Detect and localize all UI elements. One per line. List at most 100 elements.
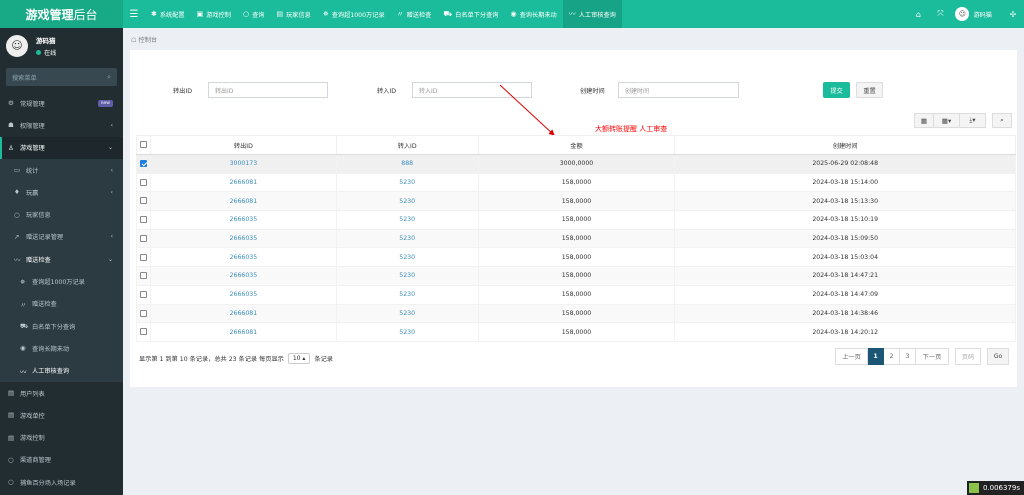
in-id-link[interactable]: 5230 <box>335 247 479 268</box>
sidebar-item-player-info[interactable]: ○ 玩家信息 <box>0 203 123 226</box>
table-row[interactable]: 2666035 5230 158,0000 2024-03-18 15:03:0… <box>136 247 1016 268</box>
out-id-link[interactable]: 2666035 <box>149 210 337 230</box>
sidebar-item-whitelist[interactable]: ⛟ 白名单下分查询 <box>0 314 123 338</box>
sidebar-item-fishing-records[interactable]: ○ 捕鱼百分场入场记录 <box>0 471 123 493</box>
top-nav-whitelist[interactable]: ⛟ 白名单下分查询 <box>437 0 504 28</box>
in-id-link[interactable]: 5230 <box>335 210 479 230</box>
table-row[interactable]: 2666081 5230 158,0000 2024-03-18 15:14:0… <box>136 172 1016 193</box>
sidebar-item-win[interactable]: ♦ 玩赢 ‹ <box>0 181 123 204</box>
out-id-link[interactable]: 3000173 <box>149 154 337 174</box>
row-select-cell[interactable] <box>136 154 151 174</box>
sidebar-item-stats[interactable]: ▭ 统计 ‹ <box>0 158 123 182</box>
row-select-cell[interactable] <box>136 228 151 249</box>
in-id-input[interactable]: 转入ID <box>412 82 532 98</box>
submit-button[interactable]: 提交 <box>823 82 850 98</box>
header-username[interactable]: 游码猫 <box>973 10 992 19</box>
out-id-link[interactable]: 2666081 <box>149 303 337 324</box>
sidebar-search-input[interactable]: 搜索菜单 ⌕ <box>6 68 117 86</box>
toggle-view-icon[interactable]: ▦ <box>914 113 934 128</box>
out-id-input[interactable]: 转出ID <box>208 82 328 98</box>
sidebar-item-game-control[interactable]: ▤ 游戏控制 <box>0 426 123 448</box>
row-checkbox[interactable] <box>139 309 147 317</box>
out-id-link[interactable]: 2666035 <box>149 247 337 268</box>
breadcrumb[interactable]: ☖ 控制台 <box>131 35 157 44</box>
select-all-cell[interactable] <box>136 135 151 155</box>
in-id-link[interactable]: 888 <box>335 154 479 174</box>
row-checkbox[interactable] <box>139 253 147 261</box>
out-id-link[interactable]: 2666081 <box>149 322 337 342</box>
table-row[interactable]: 2666035 5230 158,0000 2024-03-18 14:47:2… <box>136 266 1016 286</box>
row-select-cell[interactable] <box>136 303 151 324</box>
row-select-cell[interactable] <box>136 247 151 268</box>
top-nav-game-control[interactable]: ▣ 游戏控制 <box>191 0 237 28</box>
top-nav-inactive[interactable]: ◉ 查询长期未动 <box>504 0 562 28</box>
row-checkbox[interactable] <box>139 178 147 186</box>
top-nav-query[interactable]: ○ 查询 <box>237 0 270 28</box>
row-checkbox[interactable] <box>139 272 147 280</box>
top-nav-player-info[interactable]: ▤ 玩家信息 <box>270 0 316 28</box>
table-row[interactable]: 2666035 5230 158,0000 2024-03-18 14:47:0… <box>136 284 1016 305</box>
reset-button[interactable]: 重置 <box>856 82 883 98</box>
row-select-cell[interactable] <box>136 172 151 193</box>
columns-dropdown-icon[interactable]: ▦▾ <box>934 113 960 128</box>
table-row[interactable]: 2666081 5230 158,0000 2024-03-18 14:38:4… <box>136 303 1016 324</box>
home-icon[interactable]: ⌂ <box>907 10 929 19</box>
in-id-link[interactable]: 5230 <box>335 228 479 249</box>
col-header-time[interactable]: 创建时间 <box>674 135 1016 155</box>
prev-page-button[interactable]: 上一页 <box>835 348 868 365</box>
avatar[interactable]: ☺ <box>955 7 970 21</box>
row-checkbox[interactable] <box>139 160 147 168</box>
col-header-out-id[interactable]: 转出ID <box>149 135 337 155</box>
row-checkbox[interactable] <box>139 328 147 336</box>
page-number-input[interactable]: 页码 <box>955 348 981 365</box>
top-nav-query-10m[interactable]: ✵ 查询超1000万记录 <box>317 0 391 28</box>
sidebar-item-permissions[interactable]: ☗ 权限管理 ‹ <box>0 114 123 136</box>
table-row[interactable]: 2666081 5230 158,0000 2024-03-18 15:13:3… <box>136 191 1016 212</box>
sidebar-item-single-control[interactable]: ▤ 游戏单控 <box>0 404 123 426</box>
in-id-link[interactable]: 5230 <box>335 266 479 286</box>
sidebar-item-inactive[interactable]: ◉ 查询长期未动 <box>0 337 123 360</box>
table-row[interactable]: 2666081 5230 158,0000 2024-03-18 14:20:1… <box>136 322 1016 342</box>
col-header-amount[interactable]: 金额 <box>477 135 676 155</box>
table-row[interactable]: 2666035 5230 158,0000 2024-03-18 15:09:5… <box>136 228 1016 249</box>
row-select-cell[interactable] <box>136 284 151 305</box>
table-row[interactable]: 2666035 5230 158,0000 2024-03-18 15:10:1… <box>136 210 1016 230</box>
row-select-cell[interactable] <box>136 191 151 212</box>
select-all-checkbox[interactable] <box>139 141 147 149</box>
in-id-link[interactable]: 5230 <box>335 303 479 324</box>
page-3-button[interactable]: 3 <box>900 348 916 365</box>
hamburger-menu-icon[interactable]: ☰ <box>123 0 145 28</box>
out-id-link[interactable]: 2666081 <box>149 172 337 193</box>
sidebar-item-general[interactable]: ⚙ 常规管理 new <box>0 92 123 114</box>
sidebar-item-query-10m[interactable]: ✵ 查询超1000万记录 <box>0 270 123 293</box>
page-2-button[interactable]: 2 <box>884 348 900 365</box>
sidebar-item-game-management[interactable]: ♙ 游戏管理 ⌄ <box>0 136 123 159</box>
row-checkbox[interactable] <box>139 197 147 205</box>
top-nav-manual-review[interactable]: 〰人工审核查询 <box>562 0 622 28</box>
sidebar-item-channels[interactable]: ○ 渠道商管理 <box>0 449 123 471</box>
sidebar-item-gift-check[interactable]: 〰赠送检查 ⌄ <box>0 248 123 271</box>
in-id-link[interactable]: 5230 <box>335 284 479 305</box>
col-header-in-id[interactable]: 转入ID <box>335 135 479 155</box>
sidebar-item-manual-review[interactable]: 〰人工审核查询 <box>0 359 123 382</box>
row-checkbox[interactable] <box>139 290 147 298</box>
sidebar-item-gift-records[interactable]: ↗ 赠送记录管理 ‹ <box>0 225 123 249</box>
out-id-link[interactable]: 2666081 <box>149 191 337 212</box>
next-page-button[interactable]: 下一页 <box>916 348 949 365</box>
page-size-select[interactable]: 10 ▴ <box>287 353 311 364</box>
time-input[interactable]: 创建时间 <box>618 82 739 98</box>
app-logo[interactable]: 游戏管理 后台 <box>0 0 123 28</box>
search-icon[interactable]: ⌕ <box>107 73 111 82</box>
table-row[interactable]: 3000173 888 3000,0000 2025-06-29 02:08:4… <box>136 154 1016 174</box>
out-id-link[interactable]: 2666035 <box>149 228 337 249</box>
row-checkbox[interactable] <box>139 234 147 242</box>
row-select-cell[interactable] <box>136 322 151 342</box>
search-icon[interactable]: ⌕ <box>992 113 1012 128</box>
row-select-cell[interactable] <box>136 266 151 286</box>
out-id-link[interactable]: 2666035 <box>149 284 337 305</box>
sidebar-item-gift-check-sub[interactable]: 〃赠送检查 <box>0 292 123 315</box>
top-nav-gift-check[interactable]: 〃赠送检查 <box>391 0 438 28</box>
top-nav-system-config[interactable]: ✱ 系统配置 <box>145 0 191 28</box>
page-1-button[interactable]: 1 <box>868 348 884 365</box>
in-id-link[interactable]: 5230 <box>335 172 479 193</box>
